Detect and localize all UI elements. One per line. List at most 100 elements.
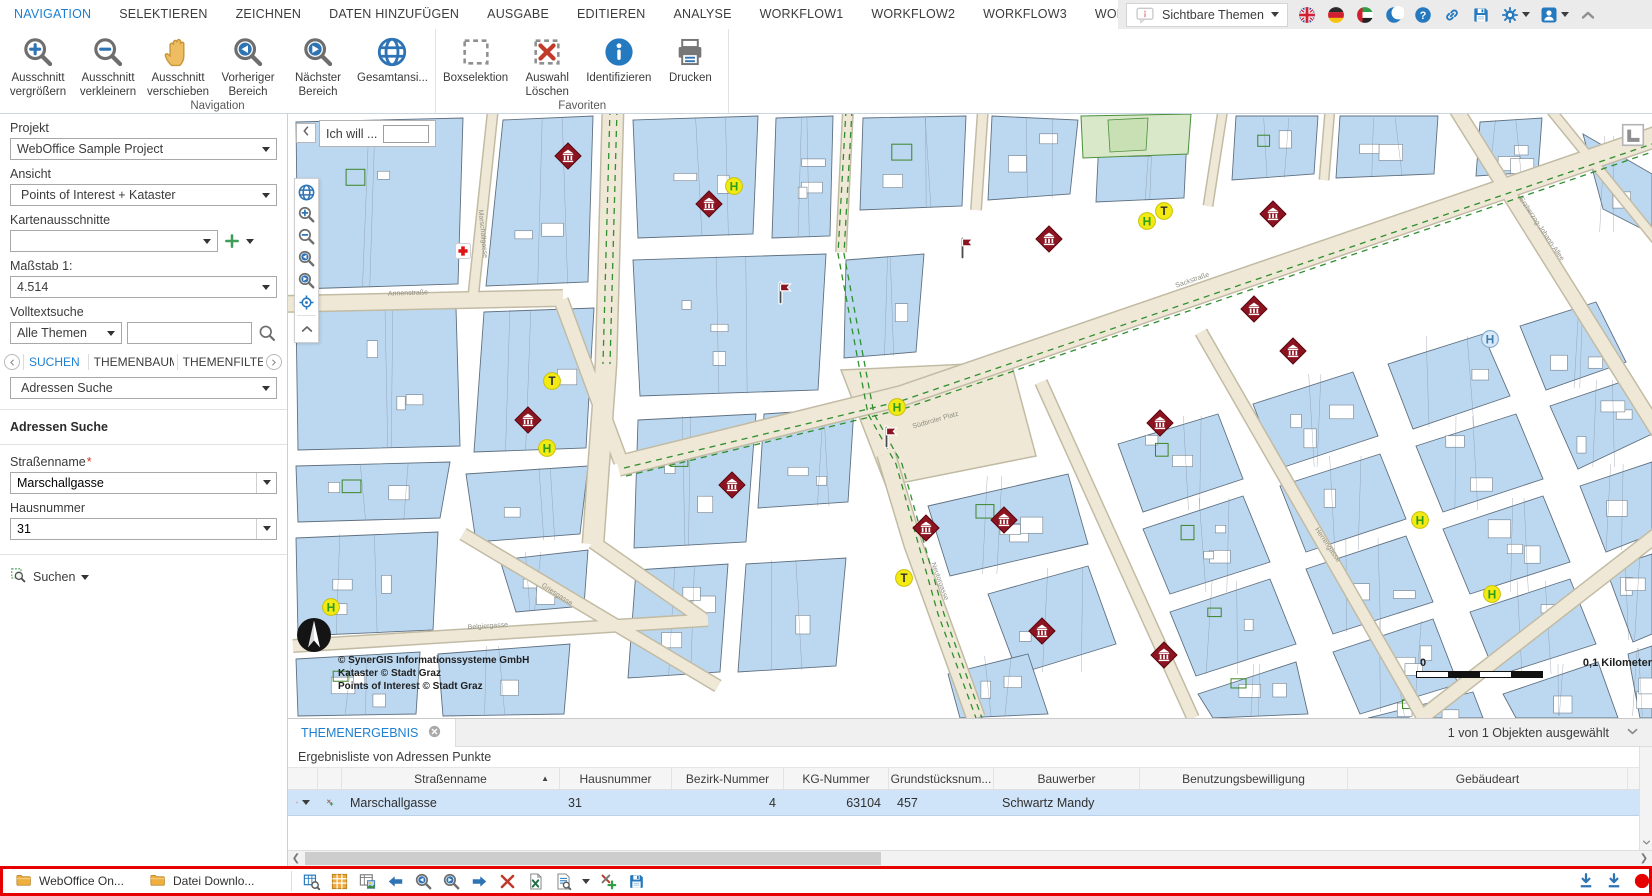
night-mode-moon-icon[interactable] [1384, 5, 1404, 25]
map-viewport[interactable]: AnnenstraßeMarschallgasseBelgiergasseGri… [288, 114, 1652, 718]
sidebar-tab-suchen[interactable]: SUCHEN [23, 354, 85, 370]
extent-options-caret[interactable] [246, 239, 254, 248]
marker-h-stop[interactable]: H [1484, 586, 1501, 603]
marker-h-info[interactable]: H [1482, 331, 1499, 348]
excel-export-icon[interactable] [526, 872, 545, 891]
marker-h-stop[interactable]: H [539, 440, 556, 457]
strassenname-combo[interactable] [10, 472, 277, 494]
marker-h-stop[interactable]: H [1139, 213, 1156, 230]
menu-tab-ausgabe[interactable]: AUSGABE [473, 0, 563, 29]
toolbar-collapse-up-button[interactable] [296, 318, 318, 340]
ribbon-button-zoom-out[interactable]: Ausschnittverkleinern [73, 29, 143, 99]
projekt-select[interactable]: WebOffice Sample Project [10, 138, 277, 160]
table-search-icon[interactable] [302, 872, 321, 891]
menu-tab-zeichnen[interactable]: ZEICHNEN [222, 0, 316, 29]
flag-uk-icon[interactable] [1297, 5, 1317, 25]
strassenname-input[interactable] [11, 476, 256, 490]
overview-extent-button[interactable] [296, 181, 318, 203]
marker-museum[interactable] [1241, 296, 1267, 322]
search-icon[interactable] [257, 323, 277, 343]
column-header-Gebäudeart[interactable]: Gebäudeart [1348, 768, 1628, 789]
download-icon[interactable] [1605, 872, 1623, 890]
flag-uae-icon[interactable] [1355, 5, 1375, 25]
link-icon[interactable] [1442, 5, 1462, 25]
kartenausschnitte-select[interactable] [10, 230, 218, 252]
tab-scroll-left-button[interactable] [4, 354, 20, 370]
ribbon-button-next-extent[interactable]: NächsterBereich [283, 29, 353, 99]
sidebar-tab-themenbaum[interactable]: THEMENBAUM [88, 354, 174, 370]
locate-button[interactable] [296, 291, 318, 313]
save-icon[interactable] [1471, 5, 1491, 25]
flag-de-icon[interactable] [1326, 5, 1346, 25]
attribute-table-icon[interactable] [330, 872, 349, 891]
tab-themenergebnis[interactable]: THEMENERGEBNIS [288, 719, 456, 747]
chevron-down-icon[interactable] [1625, 724, 1640, 742]
chevron-down-icon[interactable] [256, 519, 276, 539]
zoom-in-button[interactable] [296, 203, 318, 225]
ribbon-button-zoom-in[interactable]: Ausschnittvergrößern [3, 29, 73, 99]
previous-extent-button[interactable] [296, 247, 318, 269]
column-header-Hausnummer[interactable]: Hausnummer [560, 768, 672, 789]
column-header-Grundstücksnum...[interactable]: Grundstücksnum... [889, 768, 994, 789]
arrow-right-icon[interactable] [470, 872, 489, 891]
massstab-select[interactable]: 4.514 [10, 276, 277, 298]
next-extent-button[interactable] [296, 269, 318, 291]
map-canvas[interactable]: AnnenstraßeMarschallgasseBelgiergasseGri… [288, 114, 1652, 718]
menu-tab-navigation[interactable]: NAVIGATION [0, 0, 105, 29]
ribbon-button-box-select[interactable]: Boxselektion [439, 29, 512, 86]
visible-themes-dropdown[interactable]: Sichtbare Themen [1126, 3, 1288, 27]
overview-map-button[interactable] [1620, 122, 1646, 153]
scrollbar-thumb[interactable] [305, 852, 881, 865]
zoom-to-feature-button[interactable] [288, 790, 318, 815]
ich-will-input[interactable] [383, 125, 429, 143]
column-header-Bezirk-Nummer[interactable]: Bezirk-Nummer [672, 768, 784, 789]
save-disk-icon[interactable] [627, 872, 646, 891]
marker-h-stop[interactable]: H [889, 399, 906, 416]
ribbon-button-print[interactable]: Drucken [655, 29, 725, 86]
hausnummer-input[interactable] [11, 522, 256, 536]
add-map-extent-button[interactable] [223, 232, 241, 250]
collapse-chevron-icon[interactable] [1578, 5, 1598, 25]
table-layout-icon[interactable] [358, 872, 377, 891]
vertical-scrollbar[interactable] [1639, 747, 1652, 850]
scroll-right-button[interactable]: ❯ [1636, 851, 1652, 866]
delete-x-icon[interactable] [498, 872, 517, 891]
marker-h-stop[interactable]: H [726, 178, 743, 195]
sidebar-tab-themenfilter[interactable]: THEMENFILTER [177, 354, 263, 370]
marker-t-stop[interactable]: T [896, 570, 913, 587]
ribbon-button-clear-selection[interactable]: AuswahlLöschen [512, 29, 582, 99]
table-row[interactable]: Marschallgasse31463104457Schwartz Mandy [288, 790, 1652, 816]
marker-cross[interactable] [456, 244, 471, 259]
column-header-icon[interactable] [318, 768, 342, 789]
column-header-icon[interactable] [288, 768, 318, 789]
ribbon-button-pan-hand[interactable]: Ausschnittverschieben [143, 29, 213, 99]
ich-will-widget[interactable]: Ich will ... [319, 120, 436, 147]
ribbon-button-globe[interactable]: Gesamtansi... [353, 29, 432, 86]
marker-museum[interactable] [1260, 201, 1286, 227]
menu-tab-editieren[interactable]: EDITIEREN [563, 0, 659, 29]
horizontal-scrollbar[interactable]: ❮ ❯ [288, 850, 1652, 866]
ribbon-button-identify[interactable]: Identifizieren [582, 29, 655, 86]
record-icon[interactable] [1633, 872, 1651, 890]
scroll-left-button[interactable]: ❮ [288, 851, 304, 866]
zoom-out-button[interactable] [296, 225, 318, 247]
marker-h-stop[interactable]: H [1412, 512, 1429, 529]
menu-tab-daten-hinzufügen[interactable]: DATEN HINZUFÜGEN [315, 0, 473, 29]
suchen-button[interactable]: Suchen [10, 567, 89, 587]
column-header-KG-Nummer[interactable]: KG-Nummer [784, 768, 889, 789]
settings-gear-icon[interactable] [1500, 5, 1530, 25]
menu-tab-analyse[interactable]: ANALYSE [659, 0, 745, 29]
search-type-select[interactable]: Adressen Suche [10, 377, 277, 399]
menu-tab-workflow1[interactable]: WORKFLOW1 [746, 0, 858, 29]
hausnummer-combo[interactable] [10, 518, 277, 540]
marker-t-stop[interactable]: T [544, 373, 561, 390]
menu-tab-workflow3[interactable]: WORKFLOW3 [969, 0, 1081, 29]
marker-flag[interactable] [963, 239, 973, 258]
arrow-left-icon[interactable] [386, 872, 405, 891]
chevron-down-icon[interactable] [256, 473, 276, 493]
volltext-scope-select[interactable]: Alle Themen [10, 322, 122, 344]
column-header-Bauwerber[interactable]: Bauwerber [994, 768, 1140, 789]
help-icon[interactable]: ? [1413, 5, 1433, 25]
download-icon[interactable] [1577, 872, 1595, 890]
taskbar-item-0[interactable]: WebOffice On... [15, 871, 143, 892]
